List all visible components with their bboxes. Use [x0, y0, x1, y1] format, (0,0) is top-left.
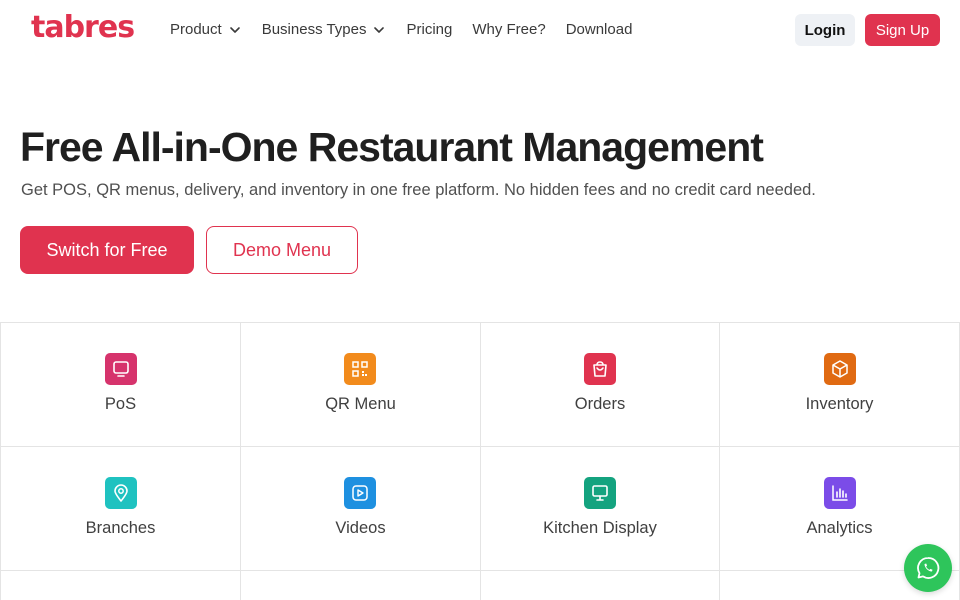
feature-card-orders[interactable]: Orders: [481, 323, 720, 447]
whatsapp-chat-button[interactable]: [904, 544, 952, 592]
feature-label: Analytics: [806, 519, 873, 537]
box-icon: [824, 353, 856, 385]
feature-label: Videos: [335, 519, 386, 537]
nav-item-why-free[interactable]: Why Free?: [472, 21, 545, 38]
qr-code-icon: [344, 353, 376, 385]
feature-card-qr-menu[interactable]: QR Menu: [241, 323, 481, 447]
nav-item-label: Why Free?: [472, 21, 546, 38]
login-button[interactable]: Login: [795, 14, 855, 46]
demo-menu-button[interactable]: Demo Menu: [206, 226, 358, 274]
monitor-icon: [105, 353, 137, 385]
brand-logo[interactable]: tabres: [31, 10, 135, 45]
nav-item-download[interactable]: Download: [566, 21, 633, 38]
nav-item-label: Pricing: [406, 21, 453, 38]
display-icon: [584, 477, 616, 509]
bar-chart-icon: [824, 477, 856, 509]
feature-card[interactable]: [241, 571, 481, 600]
shopping-bag-icon: [584, 353, 616, 385]
feature-label: Inventory: [805, 395, 874, 413]
location-pin-icon: [105, 477, 137, 509]
switch-for-free-button[interactable]: Switch for Free: [20, 226, 194, 274]
feature-grid: PoS QR Menu Orders Inventory Branches Vi…: [0, 322, 960, 600]
chevron-down-icon: [374, 26, 385, 33]
feature-label: QR Menu: [325, 395, 396, 413]
nav-item-label: Business Types: [261, 21, 367, 38]
feature-card-pos[interactable]: PoS: [0, 323, 241, 447]
nav-item-label: Product: [170, 21, 222, 38]
nav-item-label: Download: [565, 21, 633, 38]
signup-button[interactable]: Sign Up: [865, 14, 940, 46]
play-icon: [344, 477, 376, 509]
feature-card-branches[interactable]: Branches: [0, 447, 241, 571]
feature-card[interactable]: [0, 571, 241, 600]
feature-label: Branches: [85, 519, 156, 537]
top-navigation: tabres Product Business Types Pricing Wh…: [0, 0, 960, 62]
feature-card-inventory[interactable]: Inventory: [720, 323, 960, 447]
whatsapp-icon: [917, 557, 940, 579]
hero-subtitle: Get POS, QR menus, delivery, and invento…: [21, 181, 816, 199]
feature-label: PoS: [104, 395, 137, 413]
chevron-down-icon: [229, 26, 240, 33]
feature-card[interactable]: [481, 571, 720, 600]
feature-label: Kitchen Display: [543, 519, 657, 537]
feature-card-kitchen-display[interactable]: Kitchen Display: [481, 447, 720, 571]
main-menu: Product Business Types Pricing Why Free?…: [170, 21, 652, 38]
nav-item-product[interactable]: Product: [170, 21, 242, 38]
feature-label: Orders: [574, 395, 626, 413]
feature-card-videos[interactable]: Videos: [241, 447, 481, 571]
hero-title: Free All-in-One Restaurant Management: [20, 124, 764, 170]
nav-item-pricing[interactable]: Pricing: [406, 21, 452, 38]
nav-item-business-types[interactable]: Business Types: [262, 21, 387, 38]
